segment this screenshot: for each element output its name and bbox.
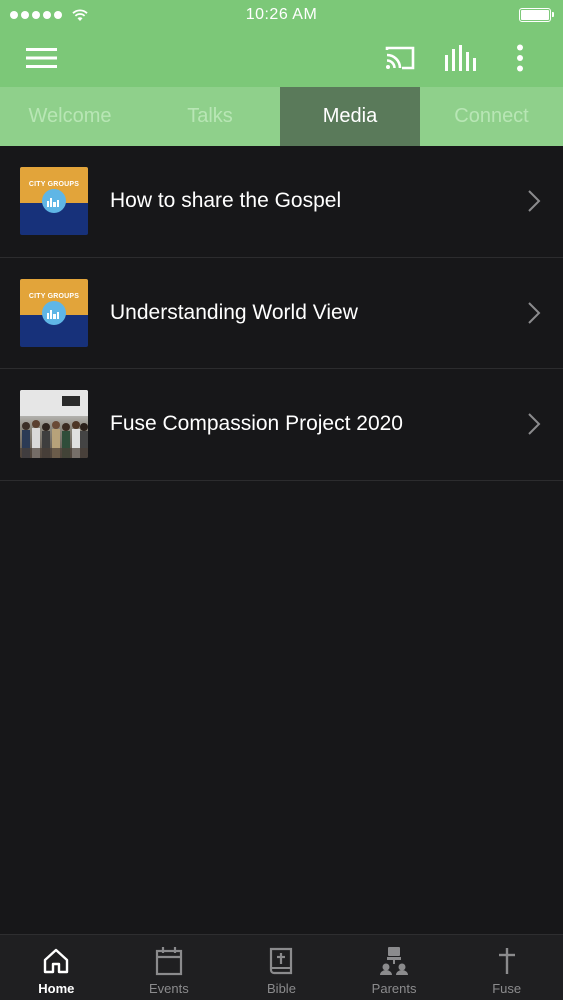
- media-item-title: Understanding World View: [110, 300, 358, 324]
- bottom-navigation: Home Events Bible Parents Fuse: [0, 934, 563, 1000]
- battery-icon: [519, 8, 554, 22]
- calendar-icon: [154, 945, 184, 977]
- thumbnail-title: CITY GROUPS: [28, 181, 80, 189]
- nav-bible-label: Bible: [267, 981, 296, 996]
- nav-events-label: Events: [149, 981, 189, 996]
- tab-media[interactable]: Media: [280, 87, 420, 146]
- nav-fuse-label: Fuse: [492, 981, 522, 996]
- tab-connect[interactable]: Connect: [420, 87, 563, 146]
- group-photo-thumbnail: [20, 390, 88, 459]
- nav-parents[interactable]: Parents: [338, 935, 451, 1000]
- media-list: CITY GROUPS How to share the Gospel CITY…: [0, 146, 563, 481]
- tab-bar: Welcome Talks Media Connect: [0, 87, 563, 146]
- cross-icon: [492, 945, 522, 977]
- home-icon: [41, 945, 71, 977]
- nav-bible[interactable]: Bible: [225, 935, 338, 1000]
- tab-welcome[interactable]: Welcome: [0, 87, 140, 146]
- nav-home-label: Home: [38, 981, 75, 996]
- city-groups-thumbnail: CITY GROUPS: [20, 167, 88, 236]
- media-item-title: How to share the Gospel: [110, 189, 342, 213]
- app-screen: 10:26 AM Welcome Talks Media Connect CIT…: [0, 0, 563, 1000]
- nav-fuse[interactable]: Fuse: [450, 935, 563, 1000]
- parents-icon: [379, 945, 409, 977]
- chevron-right-icon: [526, 189, 542, 213]
- nav-home[interactable]: Home: [0, 935, 113, 1000]
- thumbnail-title: CITY GROUPS: [28, 292, 80, 300]
- list-item[interactable]: CITY GROUPS How to share the Gospel: [0, 146, 563, 258]
- hamburger-menu-icon[interactable]: [22, 42, 62, 74]
- media-item-title: Fuse Compassion Project 2020: [110, 412, 403, 436]
- status-time: 10:26 AM: [245, 6, 318, 23]
- nav-parents-label: Parents: [371, 981, 417, 996]
- bible-icon: [266, 945, 296, 977]
- tab-talks[interactable]: Talks: [140, 87, 280, 146]
- equalizer-icon[interactable]: [440, 40, 480, 76]
- more-vertical-icon[interactable]: [505, 40, 535, 76]
- app-toolbar: [0, 30, 563, 87]
- nav-events[interactable]: Events: [113, 935, 226, 1000]
- status-bar: 10:26 AM: [0, 0, 563, 30]
- list-item[interactable]: CITY GROUPS Understanding World View: [0, 258, 563, 369]
- chevron-right-icon: [526, 301, 542, 325]
- chevron-right-icon: [526, 412, 542, 436]
- cast-icon[interactable]: [380, 40, 420, 76]
- city-groups-thumbnail: CITY GROUPS: [20, 278, 88, 347]
- list-item[interactable]: Fuse Compassion Project 2020: [0, 369, 563, 481]
